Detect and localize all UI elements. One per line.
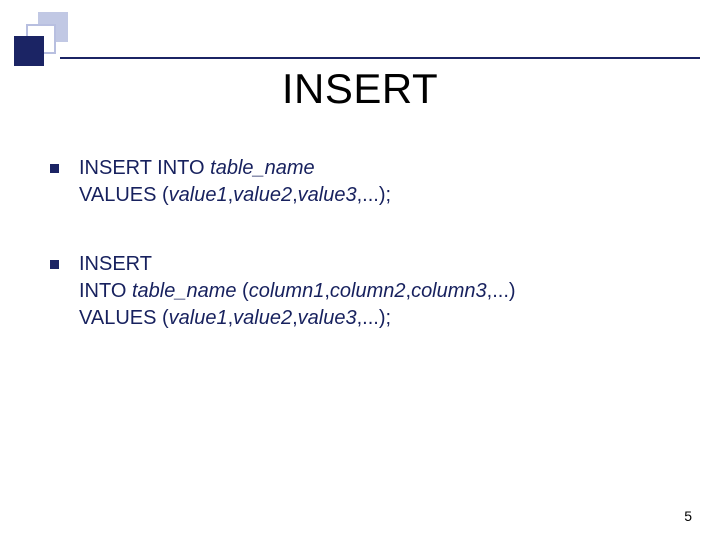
bullet-icon [50,260,59,269]
list-item-text: INSERT INTO table_name VALUES (value1,va… [79,155,680,209]
slide-body: INSERT INTO table_name VALUES (value1,va… [50,155,680,374]
list-item: INSERT INTO table_name VALUES (value1,va… [50,155,680,209]
list-item: INSERT INTO table_name (column1,column2,… [50,251,680,332]
deco-square-dark [14,36,44,66]
page-number: 5 [684,508,692,524]
bullet-icon [50,164,59,173]
slide-title: INSERT [0,65,720,113]
list-item-text: INSERT INTO table_name (column1,column2,… [79,251,680,332]
horizontal-rule [60,57,700,59]
